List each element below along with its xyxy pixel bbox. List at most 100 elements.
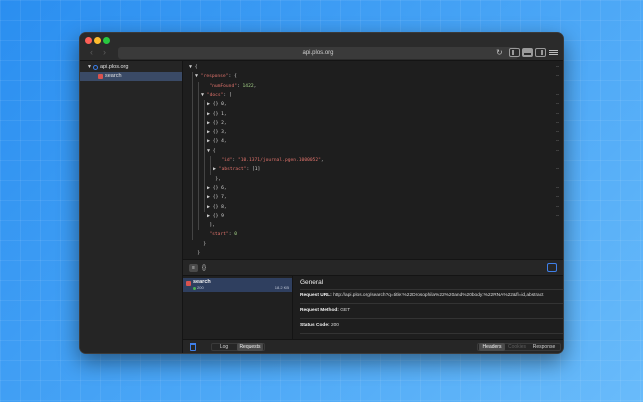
json-key: "id"	[221, 158, 233, 163]
json-text: {} 0,	[212, 102, 227, 108]
tab-headers[interactable]: Headers	[479, 343, 505, 351]
sidebar-item-search[interactable]: search	[80, 72, 182, 81]
json-line[interactable]: ▼ "docs": [	[201, 91, 232, 100]
json-line[interactable]: ▼ {	[207, 147, 216, 156]
sidebar-item-host[interactable]: ▼ api.plos.org	[80, 63, 182, 72]
json-key: "start"	[209, 232, 229, 238]
copy-value-icon[interactable]: ⋯	[556, 184, 559, 193]
browser-window: ‹ › api.plos.org ↻ ▼ api.plos.org search…	[79, 32, 564, 354]
json-line[interactable]: ▶ {} 4,	[207, 137, 227, 146]
json-line[interactable]: ▶ "abstract": [1]	[213, 165, 260, 174]
json-text: : [1]	[246, 167, 261, 173]
json-text: }	[197, 251, 201, 256]
json-line[interactable]: ▶ {} 3,	[207, 128, 227, 137]
tab-log[interactable]: Log	[213, 343, 235, 351]
back-icon[interactable]: ‹	[90, 48, 93, 57]
chevron-down-icon[interactable]: ▼	[189, 64, 192, 70]
zoom-window-button[interactable]	[103, 37, 110, 44]
copy-value-icon[interactable]: ⋯	[556, 128, 559, 137]
chevron-down-icon[interactable]: ▼	[87, 63, 92, 72]
indent-guide	[198, 81, 199, 231]
tab-cookies[interactable]: Cookies	[506, 343, 528, 351]
indent-guide	[192, 72, 193, 240]
chevron-right-icon[interactable]: ▶	[207, 185, 210, 191]
minimize-window-button[interactable]	[94, 37, 101, 44]
copy-value-icon[interactable]: ⋯	[556, 119, 559, 128]
request-url-label: Request URL:	[300, 293, 332, 298]
sliders-icon[interactable]	[548, 48, 559, 57]
toggle-sidebar-icon[interactable]	[509, 48, 520, 57]
chevron-right-icon[interactable]: ▶	[213, 166, 216, 172]
json-line[interactable]: ▶ {} 0,	[207, 100, 227, 109]
panel-toolbar: ≡ {}	[183, 260, 563, 276]
chevron-right-icon[interactable]: ▶	[207, 204, 210, 210]
json-line[interactable]: ▼ {	[189, 63, 198, 72]
indent-guide	[204, 100, 205, 212]
json-text: ],	[209, 223, 215, 229]
json-string: "10.1371/journal.pgen.1000052"	[237, 158, 321, 163]
json-line[interactable]: ▼ "response": {	[195, 72, 237, 81]
copy-value-icon[interactable]: ⋯	[556, 193, 559, 202]
copy-value-icon[interactable]: ⋯	[556, 100, 559, 109]
status-dot-icon	[193, 287, 196, 290]
request-method-value: GET	[340, 308, 351, 313]
copy-value-icon[interactable]: ⋯	[556, 110, 559, 119]
copy-value-icon[interactable]: ⋯	[556, 165, 559, 174]
chevron-right-icon[interactable]: ▶	[207, 101, 210, 107]
reload-icon[interactable]: ↻	[496, 48, 503, 57]
title-bar: ‹ › api.plos.org ↻	[80, 33, 563, 61]
copy-value-icon[interactable]: ⋯	[556, 212, 559, 221]
status-code-value: 200	[330, 323, 339, 328]
request-list: search 200 18.2 KB	[183, 276, 293, 339]
close-window-button[interactable]	[85, 37, 92, 44]
json-line[interactable]: ▶ {} 8,	[207, 203, 227, 212]
chevron-down-icon[interactable]: ▼	[195, 73, 198, 79]
chevron-right-icon[interactable]: ▶	[207, 138, 210, 144]
json-key: "response"	[200, 74, 229, 80]
format-json-button[interactable]: {}	[202, 264, 206, 272]
tab-response[interactable]: Response	[529, 343, 559, 351]
json-line[interactable]: ▶ {} 1,	[207, 110, 227, 119]
sidebar-item-label: search	[105, 73, 122, 79]
json-text: {} 8,	[212, 204, 227, 210]
json-line[interactable]: ▶ {} 2,	[207, 119, 227, 128]
address-bar[interactable]: api.plos.org	[118, 47, 518, 59]
request-status: 200	[197, 285, 204, 290]
copy-value-icon[interactable]: ⋯	[556, 91, 559, 100]
json-line: "start": 0	[201, 230, 237, 239]
json-line[interactable]: ▶ {} 7,	[207, 193, 227, 202]
json-text: },	[215, 176, 221, 182]
request-size: 18.2 KB	[274, 285, 289, 290]
chevron-right-icon[interactable]: ▶	[207, 213, 210, 219]
copy-value-icon[interactable]: ⋯	[556, 147, 559, 156]
chevron-right-icon[interactable]: ▶	[207, 111, 210, 117]
copy-value-icon[interactable]: ⋯	[556, 63, 559, 72]
json-line: "id": "10.1371/journal.pgen.1000052",	[213, 156, 323, 165]
copy-icon[interactable]	[547, 263, 557, 272]
request-row[interactable]: search 200 18.2 KB	[183, 278, 292, 292]
copy-value-icon[interactable]: ⋯	[556, 72, 559, 81]
json-text: {	[212, 148, 216, 154]
toggle-bottom-panel-icon[interactable]	[522, 48, 533, 57]
json-number: 1422	[242, 83, 254, 89]
divider	[300, 333, 563, 334]
json-text: {} 4,	[212, 139, 227, 145]
json-line[interactable]: ▶ {} 6,	[207, 184, 227, 193]
request-url-value[interactable]: http://api.plos.org/search?q=title:%22Dr…	[333, 293, 543, 298]
chevron-right-icon[interactable]: ▶	[207, 129, 210, 135]
tab-requests[interactable]: Requests	[237, 343, 263, 351]
chevron-right-icon[interactable]: ▶	[207, 194, 210, 200]
chevron-right-icon[interactable]: ▶	[207, 120, 210, 126]
divider	[300, 289, 563, 290]
chevron-down-icon[interactable]: ▼	[207, 148, 210, 154]
toggle-right-panel-icon[interactable]	[535, 48, 546, 57]
copy-value-icon[interactable]: ⋯	[556, 203, 559, 212]
trash-icon[interactable]	[190, 343, 196, 351]
copy-value-icon[interactable]: ⋯	[556, 137, 559, 146]
forward-icon[interactable]: ›	[103, 48, 106, 57]
list-view-icon[interactable]: ≡	[189, 264, 198, 272]
json-text: : [	[223, 92, 232, 98]
json-line: ],	[201, 221, 215, 230]
chevron-down-icon[interactable]: ▼	[201, 92, 204, 98]
json-line[interactable]: ▶ {} 9	[207, 212, 224, 221]
